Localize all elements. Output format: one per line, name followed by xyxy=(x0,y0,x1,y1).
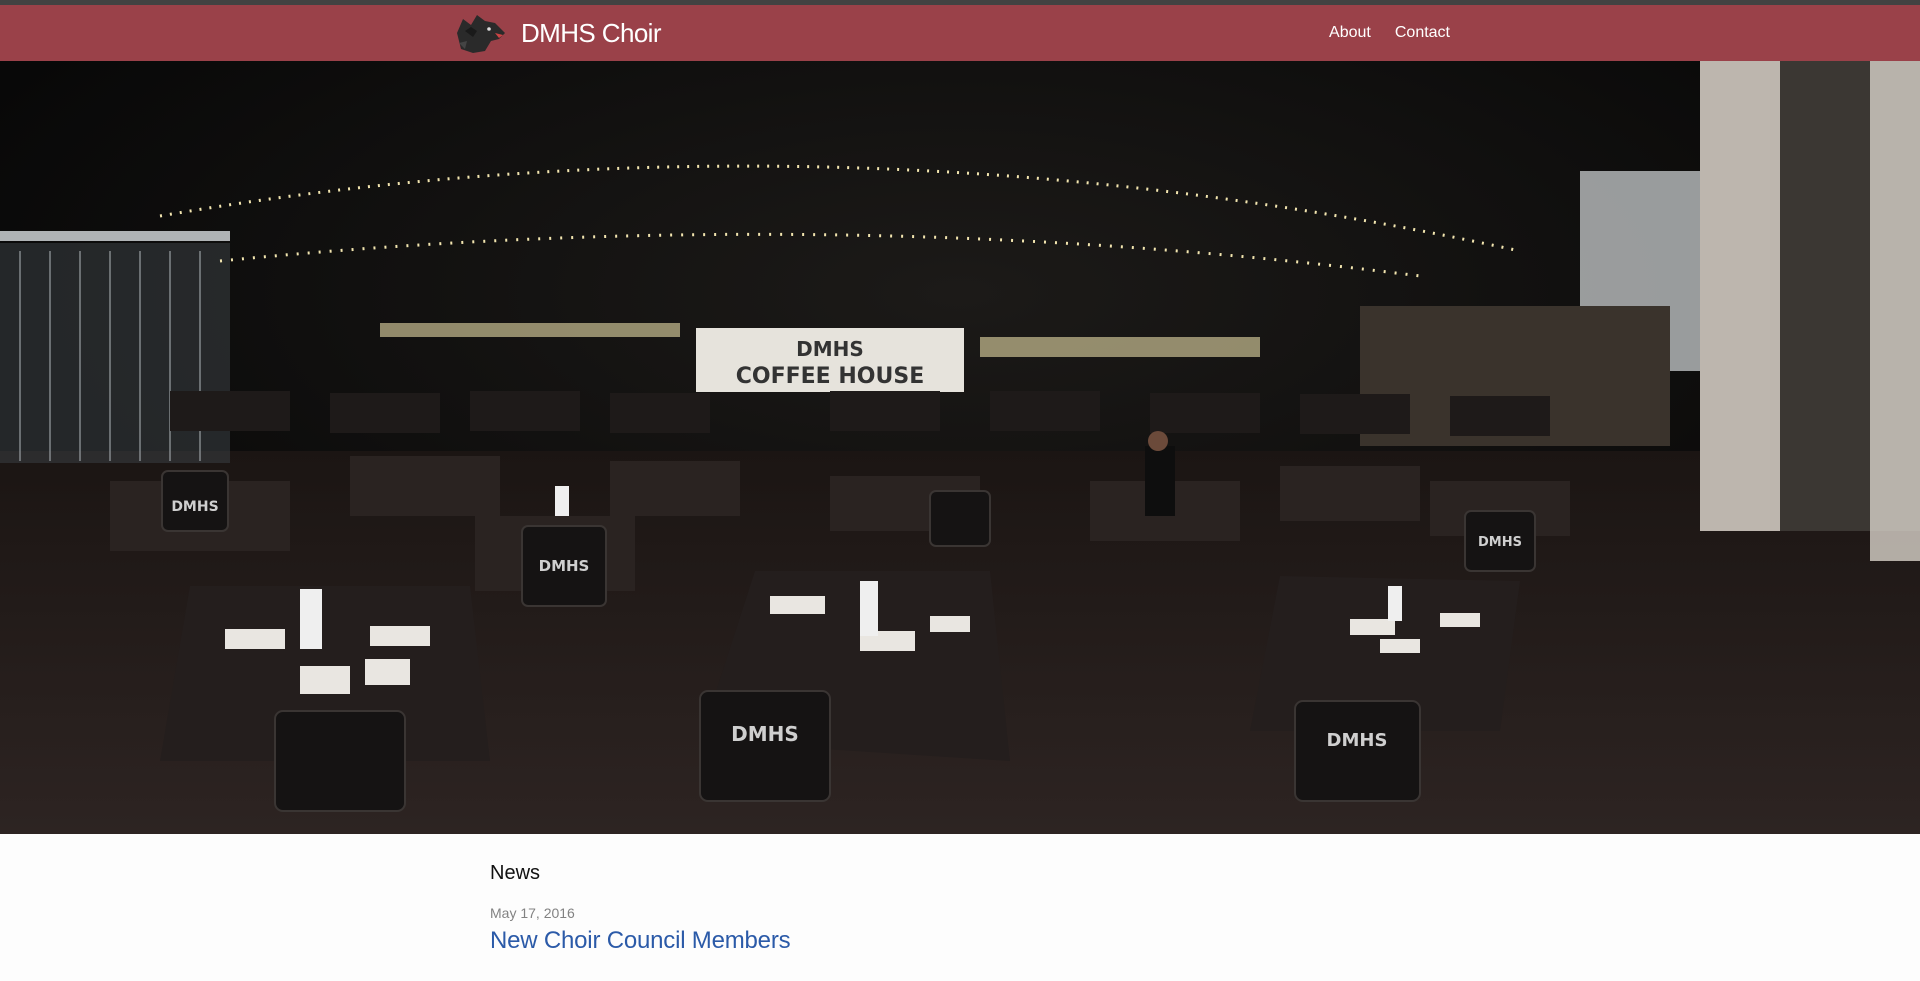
post-list-item: May 17, 2016 New Choir Council Members xyxy=(490,905,1450,955)
chair-print: DMHS xyxy=(731,722,799,746)
chair-print: DMHS xyxy=(171,499,218,515)
post-date: May 17, 2016 xyxy=(490,905,575,921)
wolf-head-logo-icon xyxy=(457,15,505,53)
hero-image: DMHS COFFEE HOUSE DMHS DMHS DMHS DMHS DM… xyxy=(0,61,1920,834)
chair-print: DMHS xyxy=(1327,730,1388,751)
main-content: News May 17, 2016 New Choir Council Memb… xyxy=(490,862,1450,955)
post-title-link[interactable]: New Choir Council Members xyxy=(490,927,791,954)
header-inner: DMHS Choir About Contact xyxy=(455,5,1470,61)
banner-text-dmhs: DMHS xyxy=(796,337,864,361)
nav-contact[interactable]: Contact xyxy=(1395,24,1450,42)
chair-print: DMHS xyxy=(539,557,590,575)
site-title: DMHS Choir xyxy=(521,17,662,48)
banner-text-coffee-house: COFFEE HOUSE xyxy=(736,364,924,389)
site-header: DMHS Choir About Contact xyxy=(0,5,1920,61)
nav-about[interactable]: About xyxy=(1329,24,1371,42)
main-nav: About Contact xyxy=(1329,24,1450,42)
home-link[interactable]: DMHS Choir xyxy=(455,11,662,55)
chair-print: DMHS xyxy=(1478,535,1522,550)
section-title-news: News xyxy=(490,862,541,884)
